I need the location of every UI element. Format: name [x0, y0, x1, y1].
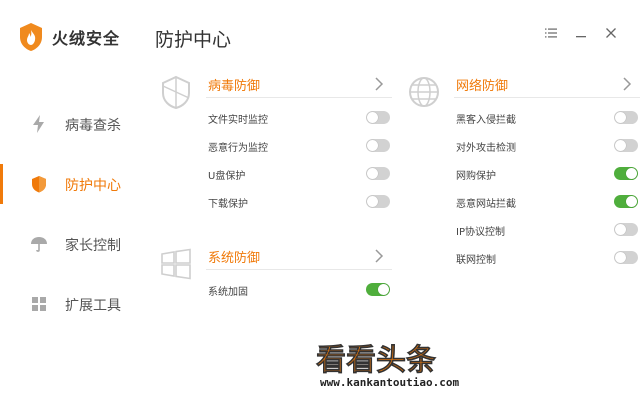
section-header: 系统防御 — [206, 246, 392, 270]
page-title: 防护中心 — [155, 29, 232, 51]
toggle-list: 文件实时监控 恶意行为监控 U盘保护 下载保护 — [208, 106, 394, 218]
section-title: 系统防御 — [208, 251, 261, 266]
chevron-right-icon[interactable] — [372, 74, 386, 94]
toggle-switch[interactable] — [614, 251, 638, 264]
window-controls — [536, 24, 626, 42]
minimize-button[interactable] — [566, 24, 596, 42]
toggle-label: 网购保护 — [456, 171, 496, 182]
menu-button[interactable] — [536, 24, 566, 42]
toggle-knob — [367, 196, 378, 207]
toggle-knob — [367, 168, 378, 179]
toggle-switch[interactable] — [614, 111, 638, 124]
watermark-url: www.kankantoutiao.com — [320, 376, 459, 389]
globe-icon — [409, 77, 439, 107]
sidebar: 火绒安全 病毒查杀 防护中心 家长控制 扩展工具 — [0, 0, 138, 412]
app-name: 火绒安全 — [52, 29, 121, 48]
section-title: 网络防御 — [456, 79, 509, 94]
toggle-label: 恶意网站拦截 — [456, 199, 516, 210]
toggle-list: 系统加固 — [208, 278, 394, 306]
watermark-title: 看看头条 — [316, 343, 436, 378]
toggle-knob — [615, 224, 626, 235]
toggle-switch[interactable] — [614, 139, 638, 152]
toggle-row: 系统加固 — [208, 278, 394, 306]
toggle-label: IP协议控制 — [456, 227, 505, 238]
section-header: 网络防御 — [454, 74, 640, 98]
toggle-switch[interactable] — [614, 223, 638, 236]
toggle-switch[interactable] — [614, 195, 638, 208]
toggle-row: 文件实时监控 — [208, 106, 394, 134]
toggle-knob — [626, 168, 637, 179]
toggle-switch[interactable] — [366, 195, 390, 208]
shield-icon — [32, 176, 46, 193]
toggle-list: 黑客入侵拦截 对外攻击检测 网购保护 恶意网站拦截 IP协议控制 联网控制 — [456, 106, 640, 274]
toggle-row: 恶意网站拦截 — [456, 190, 640, 218]
sidebar-item-label: 扩展工具 — [65, 298, 121, 314]
toggle-knob — [626, 196, 637, 207]
section-system-defense: 系统防御 系统加固 — [158, 246, 392, 316]
toggle-row: IP协议控制 — [456, 218, 640, 246]
minimize-icon — [576, 36, 586, 38]
toggle-knob — [367, 112, 378, 123]
app-logo: 火绒安全 — [18, 22, 120, 52]
toggle-label: 下载保护 — [208, 199, 248, 210]
toggle-row: U盘保护 — [208, 162, 394, 190]
section-network-defense: 网络防御 黑客入侵拦截 对外攻击检测 网购保护 恶意网站拦截 IP协议控制 联网… — [406, 74, 640, 274]
sidebar-item-label: 病毒查杀 — [65, 118, 121, 134]
toggle-row: 恶意行为监控 — [208, 134, 394, 162]
toggle-row: 网购保护 — [456, 162, 640, 190]
chevron-right-icon[interactable] — [372, 246, 386, 266]
toggle-row: 下载保护 — [208, 190, 394, 218]
sidebar-item-protection-center[interactable]: 防护中心 — [0, 162, 138, 206]
shield-outline-icon — [162, 75, 190, 110]
toggle-label: 文件实时监控 — [208, 115, 268, 126]
section-header: 病毒防御 — [206, 74, 392, 98]
toggle-knob — [615, 252, 626, 263]
sidebar-item-virus-scan[interactable]: 病毒查杀 — [0, 102, 138, 146]
toggle-switch[interactable] — [366, 283, 390, 296]
windows-icon — [161, 248, 191, 280]
toggle-label: 系统加固 — [208, 287, 248, 298]
section-virus-defense: 病毒防御 文件实时监控 恶意行为监控 U盘保护 下载保护 — [158, 74, 392, 234]
toggle-switch[interactable] — [614, 167, 638, 180]
grid-icon — [32, 297, 46, 311]
app-window: 火绒安全 病毒查杀 防护中心 家长控制 扩展工具 防护中心 病毒防御 文件实时监… — [0, 0, 640, 412]
huorong-logo-icon — [20, 23, 42, 51]
toggle-label: 恶意行为监控 — [208, 143, 268, 154]
toggle-row: 联网控制 — [456, 246, 640, 274]
toggle-knob — [615, 112, 626, 123]
toggle-label: 对外攻击检测 — [456, 143, 516, 154]
toggle-knob — [378, 284, 389, 295]
sidebar-item-label: 防护中心 — [65, 178, 121, 194]
toggle-knob — [615, 140, 626, 151]
section-title: 病毒防御 — [208, 79, 261, 94]
toggle-label: 联网控制 — [456, 255, 496, 266]
toggle-row: 对外攻击检测 — [456, 134, 640, 162]
toggle-label: U盘保护 — [208, 171, 246, 182]
toggle-switch[interactable] — [366, 139, 390, 152]
kankantoutiao-watermark: 看看头条 www.kankantoutiao.com — [316, 343, 460, 389]
toggle-row: 黑客入侵拦截 — [456, 106, 640, 134]
umbrella-icon — [31, 237, 47, 252]
sidebar-item-label: 家长控制 — [65, 238, 121, 254]
toggle-label: 黑客入侵拦截 — [456, 115, 516, 126]
toggle-switch[interactable] — [366, 167, 390, 180]
close-button[interactable] — [596, 24, 626, 42]
toggle-switch[interactable] — [366, 111, 390, 124]
sidebar-item-extension-tools[interactable]: 扩展工具 — [0, 282, 138, 326]
chevron-right-icon[interactable] — [620, 74, 634, 94]
menu-icon — [545, 28, 557, 38]
sidebar-item-parental-control[interactable]: 家长控制 — [0, 222, 138, 266]
close-icon — [606, 28, 616, 38]
lightning-icon — [33, 115, 44, 133]
toggle-knob — [367, 140, 378, 151]
